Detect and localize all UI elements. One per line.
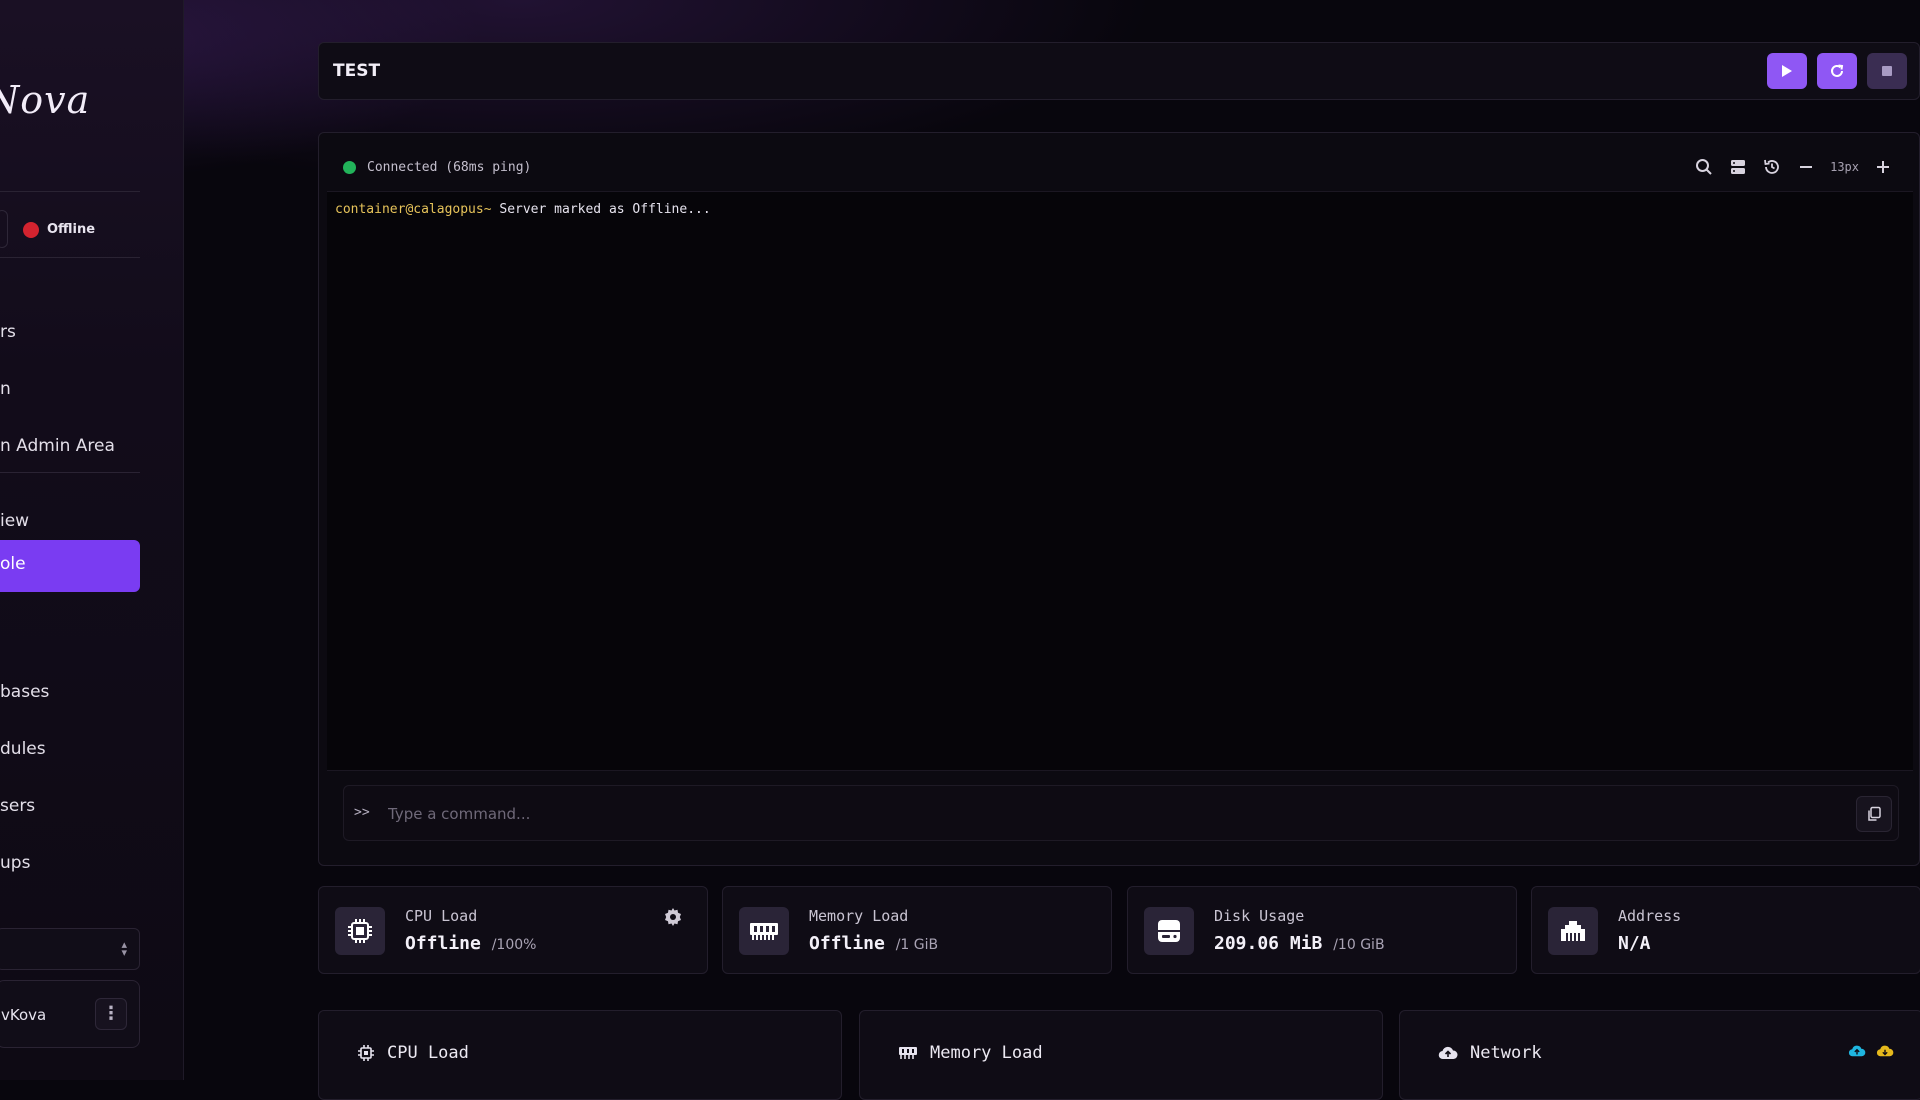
command-bar: >>: [343, 785, 1899, 841]
cpu-icon: [335, 907, 385, 955]
stat-value: Offline /100%: [405, 933, 537, 954]
stat-label: Address: [1618, 907, 1682, 925]
graph-card-network: Network: [1399, 1010, 1920, 1100]
cloud-upload-icon: [1848, 1045, 1866, 1057]
stop-icon: [1882, 66, 1892, 76]
server-switcher-edge[interactable]: [0, 210, 8, 248]
sidebar-item-servers[interactable]: rs: [0, 308, 140, 360]
graph-title: CPU Load: [357, 1043, 469, 1063]
memory-icon: [899, 1047, 917, 1059]
server-status: Offline: [0, 210, 140, 250]
stat-label: Memory Load: [809, 907, 909, 925]
graph-title-text: Network: [1470, 1043, 1542, 1063]
stat-card-cpu: CPU Load Offline /100%: [318, 886, 708, 974]
stat-card-memory: Memory Load Offline /1 GiB: [722, 886, 1112, 974]
more-vertical-icon[interactable]: ⋮: [95, 998, 127, 1030]
console-panel: Connected (68ms ping) 13px container@cal…: [318, 132, 1920, 866]
stat-value: 209.06 MiB /10 GiB: [1214, 933, 1385, 954]
sidebar-divider: [0, 191, 140, 192]
copy-icon: [1868, 806, 1881, 821]
sidebar-divider: [0, 472, 140, 473]
stat-max: /10 GiB: [1333, 937, 1385, 953]
hard-drive-icon: [1144, 907, 1194, 955]
sidebar-item-users[interactable]: sers: [0, 782, 140, 834]
cloud-icon: [1438, 1046, 1458, 1060]
status-dot-icon: [23, 222, 39, 238]
brand-logo: Nova: [0, 78, 91, 122]
connection-status-icon: [343, 161, 356, 174]
ethernet-icon: [1548, 907, 1598, 955]
restart-button[interactable]: [1817, 53, 1857, 89]
stat-max: /100%: [491, 937, 537, 953]
play-icon: [1782, 65, 1792, 77]
graph-card-memory: Memory Load: [859, 1010, 1383, 1100]
restart-icon: [1831, 64, 1844, 77]
stat-max: /1 GiB: [895, 937, 939, 953]
stat-value: Offline /1 GiB: [809, 933, 939, 954]
command-input[interactable]: [388, 798, 1788, 830]
font-increase-icon[interactable]: [1873, 157, 1893, 177]
memory-icon: [739, 907, 789, 955]
stat-label: CPU Load: [405, 907, 478, 925]
stat-card-disk: Disk Usage 209.06 MiB /10 GiB: [1127, 886, 1517, 974]
sidebar-item-admin[interactable]: n: [0, 365, 140, 417]
sidebar: Nova Offline rs n n Admin Area iew ole b…: [0, 0, 184, 1080]
history-icon[interactable]: [1762, 157, 1782, 177]
server-logs-icon[interactable]: [1728, 157, 1748, 177]
terminal-line: container@calagopus~ Server marked as Of…: [335, 202, 711, 217]
stop-button[interactable]: [1867, 53, 1907, 89]
stat-card-address: Address N/A: [1531, 886, 1920, 974]
cpu-icon: [358, 1045, 374, 1061]
username: vKova: [1, 1006, 47, 1024]
search-icon[interactable]: [1694, 157, 1714, 177]
sidebar-item-admin-area[interactable]: n Admin Area: [0, 422, 140, 474]
gear-icon[interactable]: [663, 907, 683, 931]
copy-button[interactable]: [1856, 796, 1892, 832]
cloud-download-icon: [1876, 1045, 1894, 1057]
connection-status: Connected (68ms ping): [367, 160, 532, 175]
status-label: Offline: [47, 222, 96, 237]
network-legend: [1848, 1044, 1894, 1058]
command-prefix: >>: [354, 805, 370, 820]
sidebar-item-databases[interactable]: bases: [0, 668, 140, 720]
font-decrease-icon[interactable]: [1796, 157, 1816, 177]
font-size-value: 13px: [1830, 160, 1859, 174]
stat-label: Disk Usage: [1214, 907, 1305, 925]
start-button[interactable]: [1767, 53, 1807, 89]
sidebar-select[interactable]: ▴ ▾: [0, 928, 140, 970]
terminal-message: Server marked as Offline...: [499, 202, 711, 217]
sidebar-divider: [0, 257, 140, 258]
sidebar-item-backups[interactable]: ups: [0, 839, 140, 891]
graph-title: Memory Load: [898, 1043, 1043, 1063]
graph-title-text: CPU Load: [387, 1043, 469, 1063]
terminal-output[interactable]: container@calagopus~ Server marked as Of…: [327, 191, 1913, 771]
server-title: TEST: [333, 61, 381, 81]
user-card: vKova ⋮: [0, 980, 140, 1048]
graph-title-text: Memory Load: [930, 1043, 1043, 1063]
chevron-updown-icon: ▴ ▾: [121, 938, 127, 959]
stat-value: N/A: [1618, 933, 1651, 954]
terminal-prompt: container@calagopus~: [335, 202, 492, 217]
sidebar-item-console[interactable]: ole: [0, 540, 140, 592]
console-toolbar: 13px: [1694, 155, 1893, 179]
sidebar-item-schedules[interactable]: dules: [0, 725, 140, 777]
graph-title: Network: [1438, 1043, 1542, 1063]
graph-card-cpu: CPU Load: [318, 1010, 842, 1100]
server-header: TEST: [318, 42, 1920, 100]
